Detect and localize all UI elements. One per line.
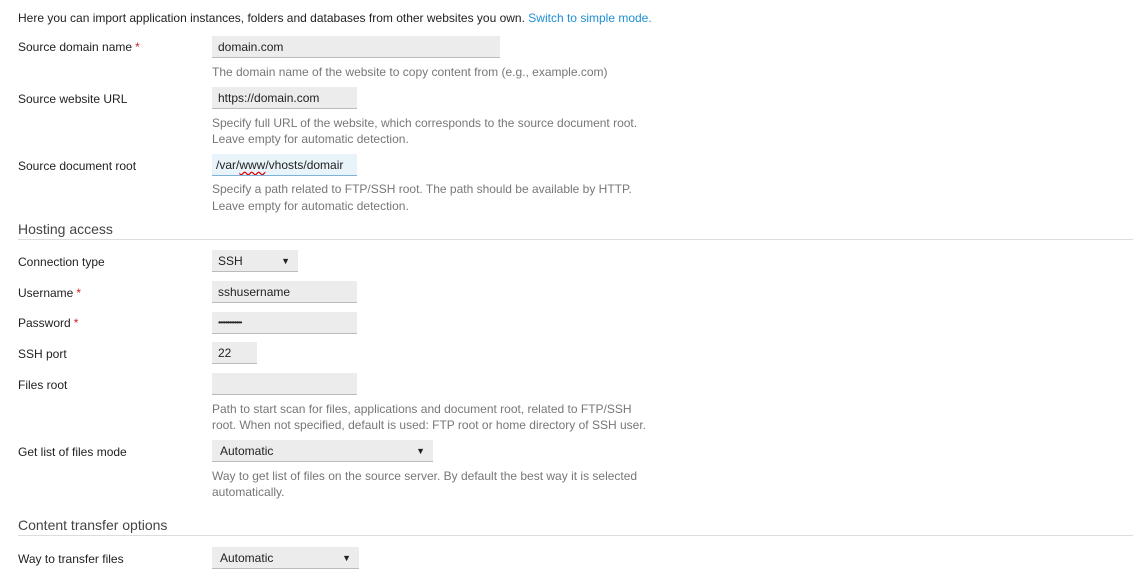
username-label: Username *	[18, 286, 82, 300]
username-input[interactable]: sshusername	[212, 281, 357, 303]
source-domain-hint: The domain name of the website to copy c…	[212, 65, 608, 79]
source-root-input[interactable]: /var/www/vhosts/domair	[212, 154, 357, 176]
source-root-hint-1: Specify a path related to FTP/SSH root. …	[212, 182, 632, 196]
source-root-hint-2: Leave empty for automatic detection.	[212, 199, 409, 213]
section-divider	[18, 535, 1133, 536]
list-mode-hint-1: Way to get list of files on the source s…	[212, 469, 638, 483]
content-transfer-heading: Content transfer options	[18, 517, 168, 533]
triangle-down-icon: ▼	[416, 446, 425, 456]
files-root-label: Files root	[18, 378, 68, 392]
triangle-down-icon: ▼	[281, 256, 290, 266]
source-root-label: Source document root	[18, 159, 137, 173]
transfer-way-select[interactable]: Automatic ▼	[212, 547, 359, 569]
source-domain-input[interactable]: domain.com	[212, 36, 500, 58]
intro-text: Here you can import application instance…	[18, 10, 652, 26]
ssh-port-input[interactable]: 22	[212, 342, 257, 364]
connection-type-select[interactable]: SSH ▼	[212, 250, 298, 272]
list-mode-hint-2: automatically.	[212, 485, 285, 499]
password-label: Password *	[18, 316, 79, 330]
source-url-label: Source website URL	[18, 92, 128, 106]
required-marker: *	[135, 40, 140, 54]
hosting-access-heading: Hosting access	[18, 221, 113, 237]
triangle-down-icon: ▼	[342, 553, 351, 563]
source-url-hint-2: Leave empty for automatic detection.	[212, 132, 409, 146]
files-root-hint-1: Path to start scan for files, applicatio…	[212, 402, 632, 416]
transfer-way-label: Way to transfer files	[18, 552, 124, 566]
source-url-hint-1: Specify full URL of the website, which c…	[212, 116, 638, 130]
connection-type-label: Connection type	[18, 255, 105, 269]
list-mode-label: Get list of files mode	[18, 445, 127, 459]
intro-description: Here you can import application instance…	[18, 11, 525, 25]
required-marker: *	[73, 316, 79, 330]
source-domain-label: Source domain name *	[18, 40, 140, 54]
files-root-hint-2: root. When not specified, default is use…	[212, 418, 646, 432]
required-marker: *	[76, 286, 82, 300]
files-root-input[interactable]	[212, 373, 357, 395]
source-url-input[interactable]: https://domain.com	[212, 87, 357, 109]
ssh-port-label: SSH port	[18, 347, 67, 361]
switch-simple-mode-link[interactable]: Switch to simple mode.	[528, 11, 651, 25]
section-divider	[18, 239, 1133, 240]
password-input[interactable]: •••••••••••••	[212, 312, 357, 334]
list-mode-select[interactable]: Automatic ▼	[212, 440, 433, 462]
